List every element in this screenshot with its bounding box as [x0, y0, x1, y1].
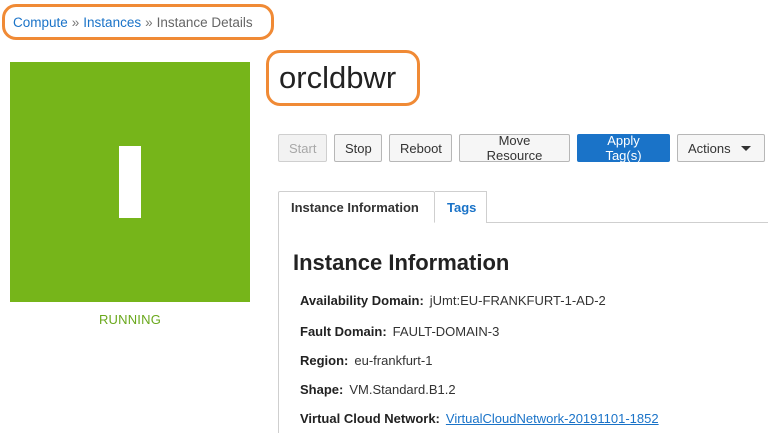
start-button[interactable]: Start [278, 134, 327, 162]
page-title-container: orcldbwr [266, 50, 420, 106]
region-value: eu-frankfurt-1 [354, 353, 433, 368]
breadcrumb-compute-link[interactable]: Compute [13, 15, 68, 30]
section-heading: Instance Information [293, 250, 510, 275]
breadcrumb-separator: » [145, 14, 153, 30]
fault-domain-value: FAULT-DOMAIN-3 [392, 324, 500, 339]
fault-domain-field: Fault Domain: FAULT-DOMAIN-3 [300, 324, 499, 339]
availability-domain-field: Availability Domain: jUmt:EU-FRANKFURT-1-… [300, 293, 606, 308]
detail-tabs: Instance Information Tags [278, 191, 768, 223]
breadcrumb-separator: » [71, 14, 80, 30]
tab-instance-information[interactable]: Instance Information [278, 191, 435, 223]
tab-tags[interactable]: Tags [435, 191, 487, 223]
vcn-link[interactable]: VirtualCloudNetwork-20191101-1852 [446, 411, 659, 426]
instance-status-tile [10, 62, 250, 302]
actions-dropdown-button[interactable]: Actions [677, 134, 765, 162]
instance-status-label: RUNNING [98, 312, 162, 327]
shape-value: VM.Standard.B1.2 [349, 382, 456, 397]
fault-domain-label: Fault Domain: [300, 324, 387, 339]
instance-information-panel: Instance Information Availability Domain… [278, 222, 768, 433]
actions-label: Actions [688, 140, 731, 156]
reboot-button[interactable]: Reboot [389, 134, 452, 162]
vcn-field: Virtual Cloud Network: VirtualCloudNetwor… [300, 411, 659, 426]
availability-domain-label: Availability Domain: [300, 293, 424, 308]
shape-field: Shape: VM.Standard.B1.2 [300, 382, 456, 397]
breadcrumb-current: Instance Details [156, 14, 253, 30]
stop-button[interactable]: Stop [334, 134, 382, 162]
move-resource-button[interactable]: Move Resource [459, 133, 570, 163]
page-title: orcldbwr [279, 60, 397, 95]
apply-tags-button[interactable]: Apply Tag(s) [577, 133, 670, 163]
caret-down-icon [740, 145, 751, 151]
action-toolbar: Start Stop Reboot Move Resource Apply Ta… [278, 133, 765, 163]
breadcrumb-instances-link[interactable]: Instances [83, 15, 141, 30]
breadcrumb: Compute » Instances » Instance Details [2, 4, 274, 40]
region-field: Region: eu-frankfurt-1 [300, 353, 432, 368]
shape-label: Shape: [300, 382, 344, 397]
instance-letter-icon [119, 146, 141, 218]
region-label: Region: [300, 353, 349, 368]
availability-domain-value: jUmt:EU-FRANKFURT-1-AD-2 [429, 293, 606, 308]
vcn-label: Virtual Cloud Network: [300, 411, 440, 426]
